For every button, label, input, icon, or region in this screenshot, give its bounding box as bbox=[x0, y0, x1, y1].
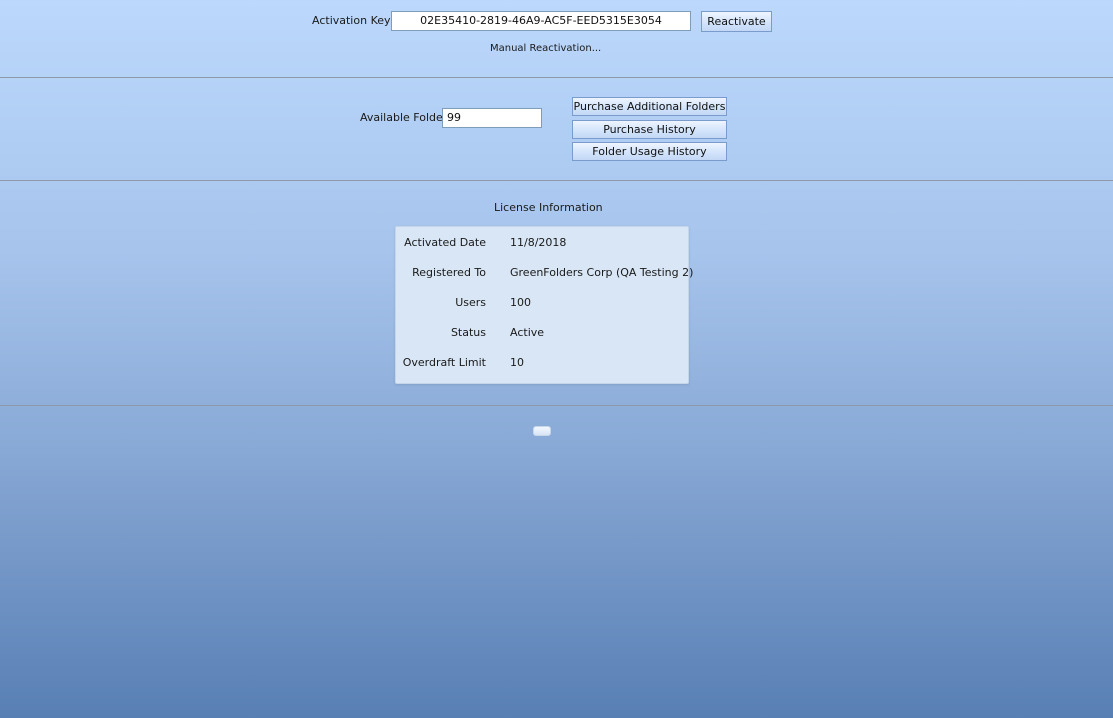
purchase-additional-folders-button[interactable]: Purchase Additional Folders bbox=[572, 97, 727, 116]
activation-key-label: Activation Key bbox=[312, 14, 391, 27]
registered-to-value: GreenFolders Corp (QA Testing 2) bbox=[510, 266, 694, 279]
available-folders-label: Available Folders bbox=[360, 111, 454, 124]
license-row: Registered To GreenFolders Corp (QA Test… bbox=[396, 266, 693, 280]
registered-to-label: Registered To bbox=[412, 266, 486, 279]
status-label: Status bbox=[450, 326, 486, 339]
license-row: Activated Date 11/8/2018 bbox=[396, 236, 688, 250]
license-row: Users 100 bbox=[396, 296, 688, 310]
reactivate-button[interactable]: Reactivate bbox=[701, 11, 772, 32]
section-divider bbox=[0, 180, 1113, 181]
folder-usage-history-button[interactable]: Folder Usage History bbox=[572, 142, 727, 161]
users-value: 100 bbox=[510, 296, 531, 309]
purchase-history-button[interactable]: Purchase History bbox=[572, 120, 727, 139]
available-folders-field[interactable]: 99 bbox=[442, 108, 542, 128]
license-info-panel: Activated Date 11/8/2018 Registered To G… bbox=[395, 226, 693, 384]
overdraft-limit-label: Overdraft Limit bbox=[402, 356, 486, 369]
activation-key-field[interactable]: 02E35410-2819-46A9-AC5F-EED5315E3054 bbox=[391, 11, 691, 31]
license-row: Status Active bbox=[396, 326, 688, 340]
activated-date-value: 11/8/2018 bbox=[510, 236, 567, 249]
section-divider bbox=[0, 405, 1113, 406]
users-label: Users bbox=[455, 296, 486, 309]
status-value: Active bbox=[510, 326, 545, 339]
section-divider bbox=[0, 77, 1113, 78]
license-information-title: License Information bbox=[494, 201, 603, 214]
license-row: Overdraft Limit 10 bbox=[396, 356, 688, 370]
unlabeled-small-button[interactable] bbox=[533, 426, 551, 436]
overdraft-limit-value: 10 bbox=[510, 356, 524, 369]
activated-date-label: Activated Date bbox=[404, 236, 486, 249]
manual-reactivation-link[interactable]: Manual Reactivation... bbox=[490, 42, 601, 56]
